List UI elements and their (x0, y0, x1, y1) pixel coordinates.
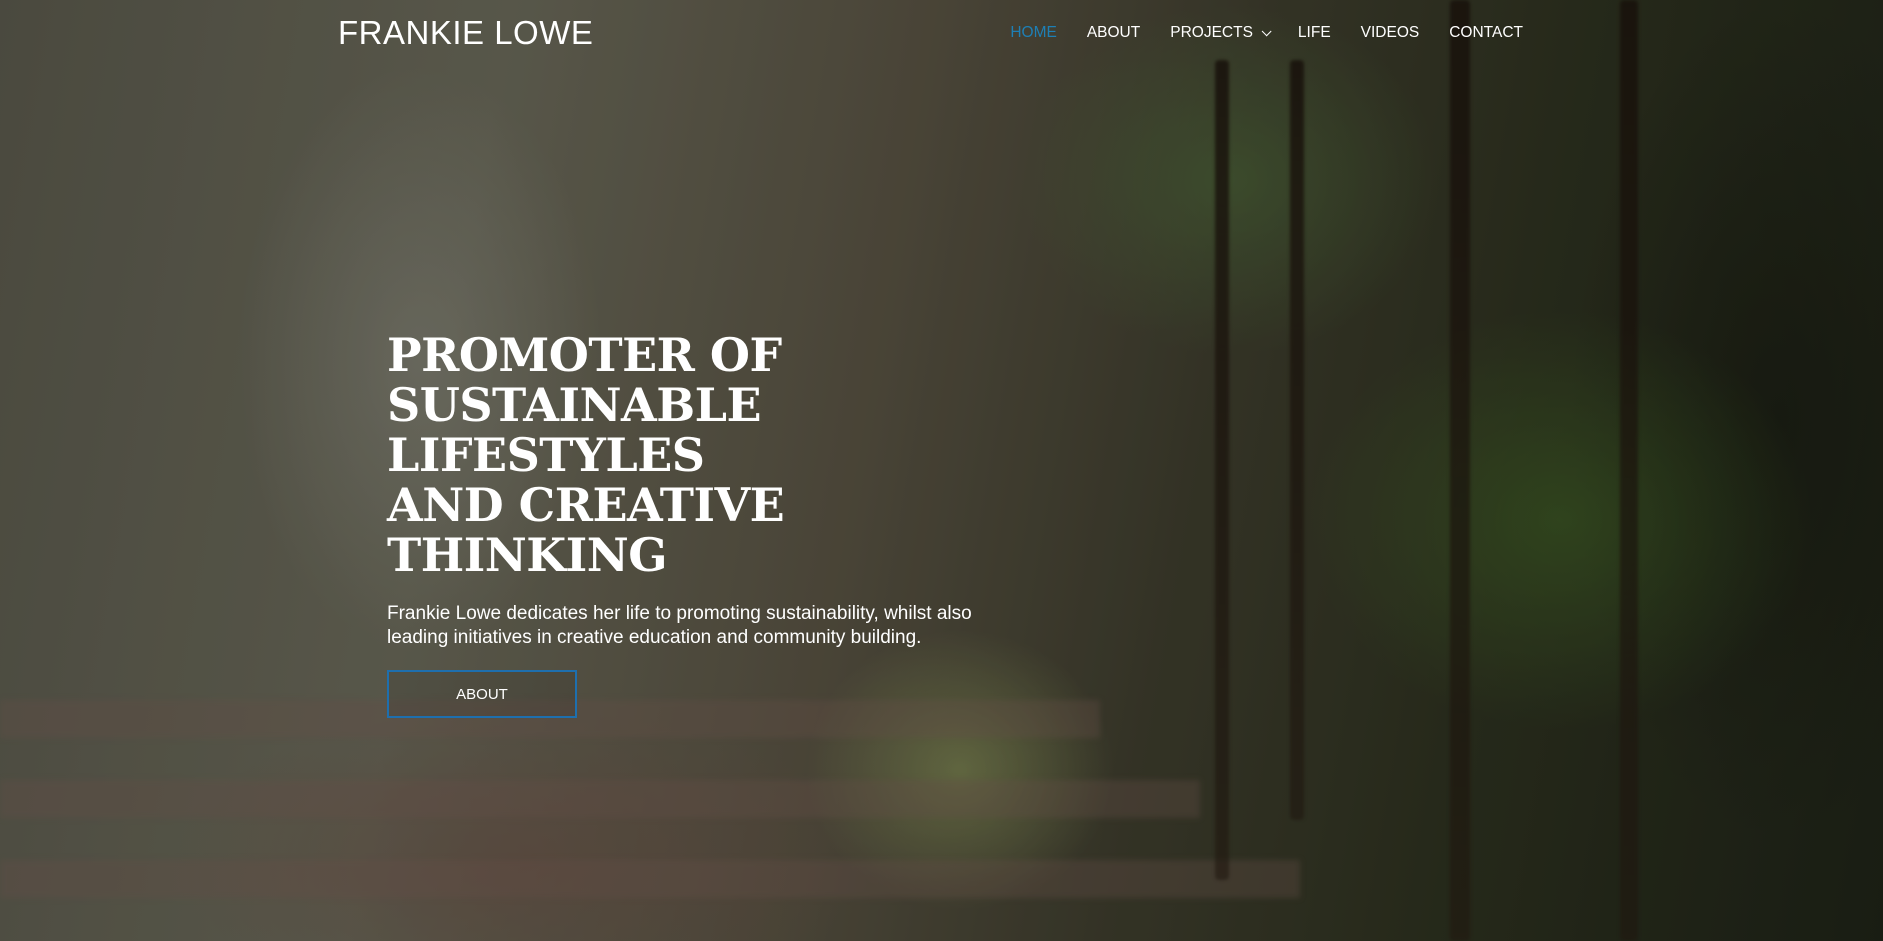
about-button[interactable]: ABOUT (387, 670, 577, 718)
hero-title-line: SUSTAINABLE LIFESTYLES (387, 378, 762, 482)
site-logo[interactable]: FRANKIE LOWE (338, 14, 593, 52)
hero-title-line: PROMOTER OF (387, 328, 782, 382)
main-nav: HOME ABOUT PROJECTS LIFE VIDEOS CONTACT (1010, 24, 1523, 42)
nav-item-label: VIDEOS (1360, 24, 1420, 41)
chevron-down-icon (1261, 25, 1272, 36)
nav-item-projects[interactable]: PROJECTS (1170, 24, 1272, 42)
nav-item-label: LIFE (1297, 24, 1331, 41)
nav-item-label: ABOUT (1086, 24, 1141, 41)
nav-item-label: PROJECTS (1170, 24, 1253, 41)
hero-section: PROMOTER OF SUSTAINABLE LIFESTYLES AND C… (387, 330, 1067, 718)
hero-title: PROMOTER OF SUSTAINABLE LIFESTYLES AND C… (387, 330, 1067, 580)
nav-item-about[interactable]: ABOUT (1087, 24, 1140, 42)
about-button-label: ABOUT (456, 685, 508, 703)
nav-item-life[interactable]: LIFE (1298, 24, 1331, 42)
nav-item-label: CONTACT (1449, 24, 1523, 41)
nav-item-label: HOME (1010, 24, 1057, 41)
nav-item-videos[interactable]: VIDEOS (1361, 24, 1420, 42)
nav-item-contact[interactable]: CONTACT (1449, 24, 1523, 42)
hero-subtitle: Frankie Lowe dedicates her life to promo… (387, 603, 972, 648)
site-header: FRANKIE LOWE HOME ABOUT PROJECTS LIFE VI… (0, 0, 1883, 70)
page: FRANKIE LOWE HOME ABOUT PROJECTS LIFE VI… (0, 0, 1883, 941)
nav-item-home[interactable]: HOME (1010, 24, 1057, 42)
hero-title-line: AND CREATIVE THINKING (387, 478, 785, 582)
